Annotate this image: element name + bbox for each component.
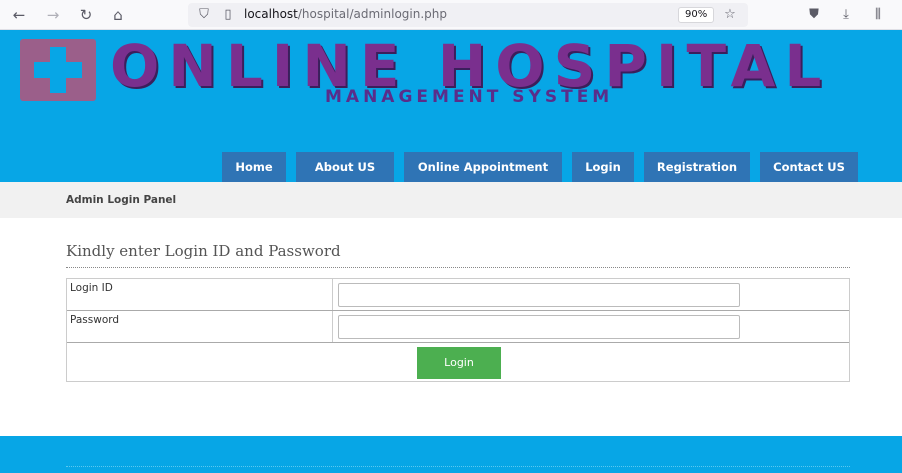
reload-icon[interactable]: ↻ [75,5,97,25]
password-label: Password [67,311,333,342]
zoom-indicator[interactable]: 90% [678,7,715,23]
login-id-input[interactable] [338,283,740,307]
library-icon[interactable]: ⫼ [868,5,888,25]
table-row: Password [67,311,849,343]
site-subtitle: MANAGEMENT SYSTEM [325,87,614,107]
menu-item-contact[interactable]: Contact US [760,152,858,182]
panel-title: Admin Login Panel [66,194,177,206]
page-icon[interactable]: ▯ [218,5,238,25]
home-icon[interactable]: ⌂ [107,5,129,25]
menu-item-login[interactable]: Login [572,152,634,182]
table-row: Login ID [67,279,849,311]
shield-icon[interactable]: ⛉ [194,5,214,25]
login-id-label: Login ID [67,279,333,310]
pocket-icon[interactable]: ⛊ [804,5,824,25]
password-input[interactable] [338,315,740,339]
menu-item-about[interactable]: About US [296,152,394,182]
url-bar[interactable]: ⛉ ▯ localhost/hospital/adminlogin.php 90… [188,3,748,27]
panel-bar: Admin Login Panel [0,182,902,218]
browser-toolbar: ← → ↻ ⌂ ⛉ ▯ localhost/hospital/adminlogi… [0,0,902,30]
back-icon[interactable]: ← [8,5,30,25]
menu-item-registration[interactable]: Registration [644,152,750,182]
login-form: Login ID Password Login [66,278,850,382]
site-footer [0,436,902,473]
forward-icon[interactable]: → [42,5,64,25]
login-button[interactable]: Login [417,347,501,379]
menu-item-home[interactable]: Home [222,152,286,182]
url-host: localhost [244,7,298,21]
footer-divider [66,466,850,467]
hospital-cross-icon [20,39,96,101]
divider [66,267,850,268]
download-icon[interactable]: ⤓ [836,5,856,25]
url-text[interactable]: localhost/hospital/adminlogin.php [244,7,447,21]
url-path: /hospital/adminlogin.php [297,7,447,21]
site-header: ONLINE HOSPITAL MANAGEMENT SYSTEM Home A… [0,30,902,182]
bookmark-star-icon[interactable]: ☆ [720,5,740,25]
form-heading: Kindly enter Login ID and Password [66,242,341,260]
main-menu: Home About US Online Appointment Login R… [222,152,858,182]
menu-item-appointment[interactable]: Online Appointment [404,152,562,182]
